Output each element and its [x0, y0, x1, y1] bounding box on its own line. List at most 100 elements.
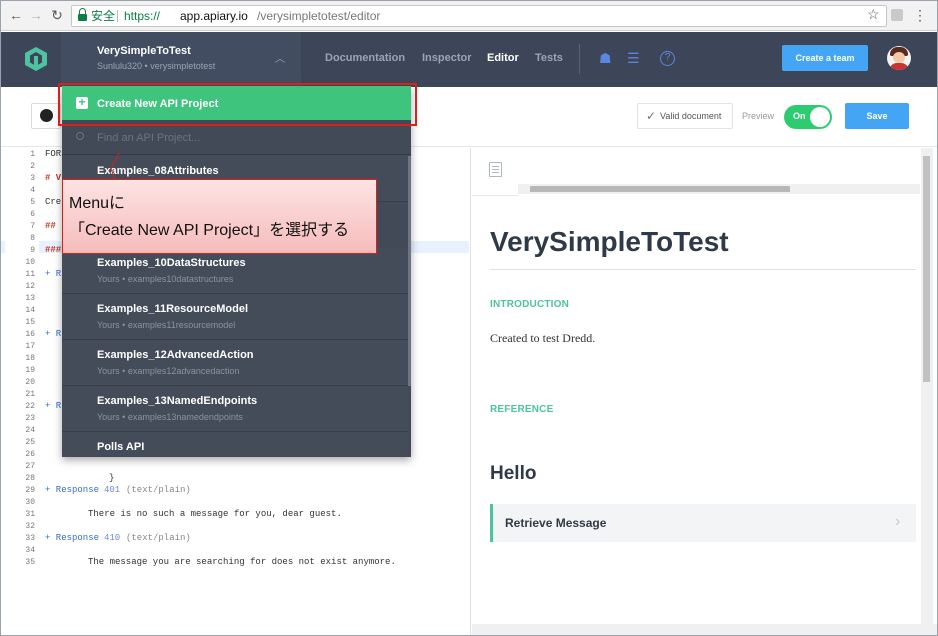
code-line-5: Cre	[45, 197, 62, 207]
introduction-text: Created to test Dredd.	[490, 331, 596, 345]
project-item[interactable]: Examples_11ResourceModel Yours • example…	[62, 294, 408, 340]
code-line-11: + R	[45, 269, 62, 279]
github-icon	[40, 109, 53, 122]
line-number: 29	[25, 486, 35, 495]
tab-documentation[interactable]: Documentation	[325, 52, 405, 64]
url-host: app.apiary.io	[180, 9, 248, 23]
action-row-retrieve-message[interactable]: Retrieve Message ›	[490, 504, 916, 542]
line-number: 32	[25, 522, 35, 531]
code-line-33-type: (text/plain)	[126, 533, 191, 543]
line-number: 34	[25, 546, 35, 555]
line-number: 8	[30, 234, 35, 243]
preview-bottom-scrollbar[interactable]	[472, 624, 937, 635]
avatar[interactable]	[887, 46, 911, 70]
line-number: 16	[25, 330, 35, 339]
check-icon: ✓	[646, 109, 657, 123]
line-number: 6	[30, 210, 35, 219]
code-line-16: + R	[45, 329, 62, 339]
preview-horizontal-scrollbar[interactable]	[518, 184, 920, 194]
line-number: 10	[25, 258, 35, 267]
app-header: VerySimpleToTest Sunlulu320 • verysimple…	[1, 32, 937, 87]
document-icon[interactable]	[489, 162, 502, 177]
line-number: 12	[25, 282, 35, 291]
dropdown-scrollbar[interactable]	[408, 156, 411, 386]
apiary-logo-icon[interactable]	[23, 46, 49, 72]
project-subtitle: Sunlulu320 • verysimpletotest	[97, 61, 216, 71]
url-path: /verysimpletotest/editor	[257, 9, 381, 23]
project-switcher[interactable]: VerySimpleToTest Sunlulu320 • verysimple…	[61, 32, 301, 87]
line-number: 20	[25, 378, 35, 387]
search-icon	[76, 132, 84, 140]
toggle-on-label: On	[793, 111, 806, 121]
code-line-28: }	[109, 473, 115, 483]
preview-vertical-scrollbar[interactable]	[921, 148, 933, 624]
introduction-heading: INTRODUCTION	[490, 299, 570, 310]
project-item[interactable]: Examples_10DataStructures Yours • exampl…	[62, 248, 408, 294]
annotation-callout: Menuに 「Create New API Project」を選択する	[62, 179, 377, 254]
team-icon[interactable]: ☗	[599, 50, 612, 67]
line-number: 28	[25, 474, 35, 483]
toggle-knob	[810, 107, 830, 127]
back-arrow-icon[interactable]: ←	[7, 6, 25, 24]
project-dropdown-menu: + Create New API Project Find an API Pro…	[62, 86, 411, 457]
address-bar[interactable]: 安全 https:// app.apiary.io /verysimpletot…	[71, 5, 887, 27]
line-number: 13	[25, 294, 35, 303]
extension-icon[interactable]	[891, 9, 903, 21]
project-item-subtitle: Yours • examples10datastructures	[97, 274, 234, 284]
line-number: 24	[25, 426, 35, 435]
help-icon[interactable]: ?	[660, 51, 675, 66]
preview-title: VerySimpleToTest	[490, 226, 729, 257]
url-scheme: https://	[124, 9, 161, 23]
code-line-22: + R	[45, 401, 62, 411]
code-line-31: There is no such a message for you, dear…	[88, 509, 342, 519]
bookmark-star-icon[interactable]: ☆	[867, 6, 880, 23]
project-item-title: Examples_11ResourceModel	[97, 303, 249, 315]
browser-menu-icon[interactable]: ⋮	[913, 7, 927, 24]
project-item-title: Polls API	[97, 441, 145, 453]
tab-editor[interactable]: Editor	[487, 52, 519, 64]
preview-label: Preview	[742, 111, 775, 121]
line-number: 1	[30, 150, 35, 159]
code-line-33-keyword: + Response	[45, 533, 100, 543]
preview-toggle[interactable]: On	[784, 105, 832, 129]
tab-inspector[interactable]: Inspector	[422, 52, 472, 64]
header-divider	[579, 44, 580, 74]
save-button[interactable]: Save	[845, 103, 909, 129]
line-number: 4	[30, 186, 35, 195]
line-number: 9	[30, 246, 35, 255]
project-item-title: Examples_12AdvancedAction	[97, 349, 254, 361]
code-line-29-type: (text/plain)	[126, 485, 191, 495]
line-number: 21	[25, 390, 35, 399]
project-item-subtitle: Yours • examples12advancedaction	[97, 366, 240, 376]
line-number: 11	[25, 270, 35, 279]
annotation-line-1: Menuに	[69, 195, 126, 212]
reload-icon[interactable]: ↻	[48, 6, 66, 24]
line-number: 14	[25, 306, 35, 315]
line-number: 35	[25, 558, 35, 567]
line-number: 15	[25, 318, 35, 327]
line-number: 17	[25, 342, 35, 351]
app-window: ← → ↻ 安全 https:// app.apiary.io /verysim…	[0, 0, 938, 636]
code-line-35: The message you are searching for does n…	[88, 557, 396, 567]
tab-tests[interactable]: Tests	[535, 52, 563, 64]
lock-icon	[78, 8, 87, 21]
line-number: 7	[30, 222, 35, 231]
project-item[interactable]: Examples_12AdvancedAction Yours • exampl…	[62, 340, 408, 386]
project-item[interactable]: Polls API	[62, 432, 408, 457]
highlight-frame	[58, 83, 417, 126]
reference-heading: REFERENCE	[490, 404, 554, 415]
annotation-line-2: 「Create New API Project」を選択する	[69, 222, 350, 239]
preview-pane: VerySimpleToTest INTRODUCTION Created to…	[472, 148, 937, 635]
code-line-3: # V	[45, 173, 62, 183]
callout-pointer	[110, 152, 120, 180]
line-number: 5	[30, 198, 35, 207]
create-team-button[interactable]: Create a team	[782, 45, 868, 71]
github-button[interactable]	[31, 103, 61, 129]
code-line-9: ###	[45, 245, 62, 255]
project-item[interactable]: Examples_13NamedEndpoints Yours • exampl…	[62, 386, 408, 432]
line-number: 33	[25, 534, 35, 543]
line-number: 18	[25, 354, 35, 363]
list-icon[interactable]: ☰	[627, 50, 640, 67]
forward-arrow-icon[interactable]: →	[27, 6, 45, 24]
valid-document-indicator[interactable]: ✓ Valid document	[637, 103, 733, 129]
